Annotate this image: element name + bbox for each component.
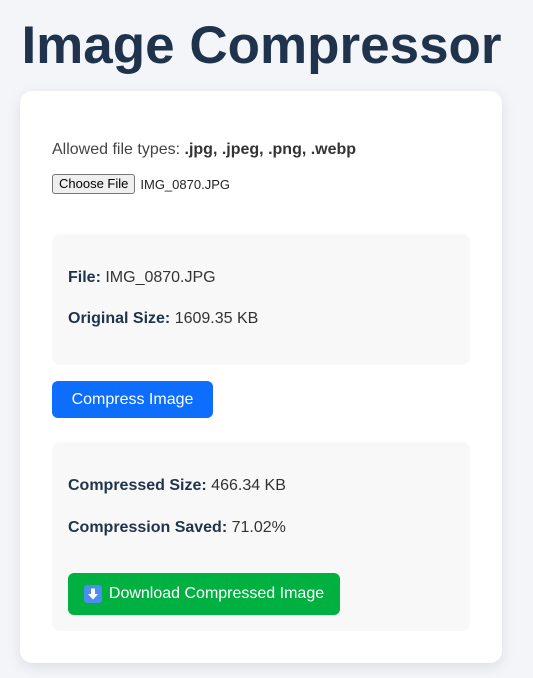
file-name-row: File: IMG_0870.JPG xyxy=(68,269,216,287)
allowed-types-value: .jpg, .jpeg, .png, .webp xyxy=(184,141,357,158)
compression-saved-value: 71.02% xyxy=(231,519,286,536)
selected-file-name: IMG_0870.JPG xyxy=(140,176,230,192)
down-arrow-icon xyxy=(83,585,102,603)
original-file-info: File: IMG_0870.JPG Original Size: 1609.3… xyxy=(52,234,470,365)
original-size-value: 1609.35 KB xyxy=(174,310,259,327)
compress-image-button[interactable]: Compress Image xyxy=(52,381,213,418)
compressed-size-value: 466.34 KB xyxy=(211,477,286,494)
compression-saved-row: Compression Saved: 71.02% xyxy=(68,519,286,537)
compression-result: Compressed Size: 466.34 KB Compression S… xyxy=(52,442,470,631)
file-label: File: xyxy=(68,269,101,286)
file-input[interactable]: Choose File IMG_0870.JPG xyxy=(52,174,230,194)
download-compressed-button[interactable]: Download Compressed Image xyxy=(68,573,340,615)
file-value: IMG_0870.JPG xyxy=(105,269,216,286)
allowed-types-label: Allowed file types: xyxy=(52,141,181,158)
choose-file-button[interactable]: Choose File xyxy=(52,174,136,194)
original-size-label: Original Size: xyxy=(68,310,171,327)
compressed-size-label: Compressed Size: xyxy=(68,477,207,494)
compression-saved-label: Compression Saved: xyxy=(68,519,228,536)
allowed-file-types: Allowed file types: .jpg, .jpeg, .png, .… xyxy=(52,141,356,159)
original-size-row: Original Size: 1609.35 KB xyxy=(68,310,258,328)
compressor-card: Allowed file types: .jpg, .jpeg, .png, .… xyxy=(20,91,502,663)
download-button-label: Download Compressed Image xyxy=(108,585,325,602)
compressed-size-row: Compressed Size: 466.34 KB xyxy=(68,477,286,495)
page-title: Image Compressor xyxy=(21,16,502,75)
